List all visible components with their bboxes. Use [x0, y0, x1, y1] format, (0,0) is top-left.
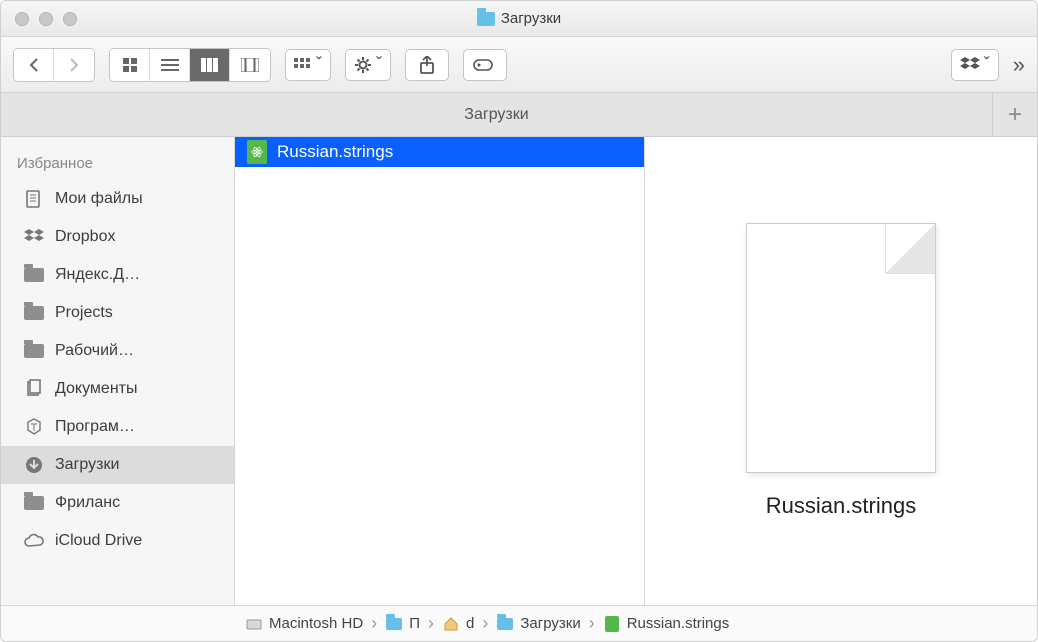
sidebar-item-freelance[interactable]: Фриланс: [1, 484, 234, 522]
share-button[interactable]: [405, 49, 449, 81]
sidebar-item-label: Projects: [55, 304, 113, 322]
folder-icon: [23, 302, 45, 324]
atom-file-icon: [603, 615, 621, 633]
tab-downloads[interactable]: Загрузки: [1, 93, 993, 136]
preview-filename: Russian.strings: [766, 493, 916, 519]
disk-icon: [245, 615, 263, 633]
close-window-button[interactable]: [15, 12, 29, 26]
atom-file-icon: [247, 140, 267, 164]
chevron-right-icon: ›: [367, 613, 381, 634]
tags-button[interactable]: [463, 49, 507, 81]
sidebar-item-label: Загрузки: [55, 456, 119, 474]
sidebar-item-label: Яндекс.Д…: [55, 266, 140, 284]
list-view-button[interactable]: [150, 49, 190, 81]
folder-blue-icon: [496, 615, 514, 633]
sidebar-item-documents[interactable]: Документы: [1, 370, 234, 408]
sidebar-item-label: Dropbox: [55, 228, 115, 246]
toolbar: ˇ ˇ ˇ »: [1, 37, 1037, 93]
chevron-right-icon: ›: [478, 613, 492, 634]
sidebar-item-projects[interactable]: Projects: [1, 294, 234, 332]
new-tab-button[interactable]: +: [993, 93, 1037, 136]
file-row[interactable]: Russian.strings: [235, 137, 644, 167]
path-crumb-downloads[interactable]: Загрузки: [492, 615, 584, 633]
sidebar-item-all-files[interactable]: Мои файлы: [1, 180, 234, 218]
sidebar-item-downloads[interactable]: Загрузки: [1, 446, 234, 484]
sidebar-item-label: Мои файлы: [55, 190, 143, 208]
window-controls: [1, 12, 77, 26]
folder-blue-icon: [385, 615, 403, 633]
path-crumb-label: Macintosh HD: [269, 615, 363, 632]
chevron-down-icon: ˇ: [376, 54, 382, 75]
back-button[interactable]: [14, 49, 54, 81]
column-browser: Russian.strings Russian.strings: [235, 137, 1037, 605]
folder-icon: [23, 492, 45, 514]
path-crumb-label: Russian.strings: [627, 615, 730, 632]
icon-view-button[interactable]: [110, 49, 150, 81]
folder-icon: [477, 10, 495, 28]
home-icon: [442, 615, 460, 633]
view-mode-buttons: [109, 48, 271, 82]
folder-icon: [23, 264, 45, 286]
sidebar-item-applications[interactable]: Програм…: [1, 408, 234, 446]
tab-bar: Загрузки +: [1, 93, 1037, 137]
dropbox-icon: [23, 226, 45, 248]
applications-icon: [23, 416, 45, 438]
nav-buttons: [13, 48, 95, 82]
sidebar-item-yandex[interactable]: Яндекс.Д…: [1, 256, 234, 294]
path-crumb-label: d: [466, 615, 474, 632]
sidebar: Избранное Мои файлы Dropbox Яндекс.Д… Pr…: [1, 137, 235, 605]
main-area: Избранное Мои файлы Dropbox Яндекс.Д… Pr…: [1, 137, 1037, 605]
dropbox-toolbar-button[interactable]: ˇ: [951, 49, 999, 81]
path-crumb-disk[interactable]: Macintosh HD: [241, 615, 367, 633]
column-view-button[interactable]: [190, 49, 230, 81]
path-bar: Macintosh HD › П › d › Загрузки › Russia…: [1, 605, 1037, 641]
gallery-view-button[interactable]: [230, 49, 270, 81]
page-curl-icon: [885, 224, 935, 274]
sidebar-item-label: iCloud Drive: [55, 532, 142, 550]
path-crumb-label: Загрузки: [520, 615, 580, 632]
minimize-window-button[interactable]: [39, 12, 53, 26]
preview-column: Russian.strings: [645, 137, 1037, 605]
zoom-window-button[interactable]: [63, 12, 77, 26]
arrange-button[interactable]: ˇ: [285, 49, 331, 81]
icloud-icon: [23, 530, 45, 552]
titlebar: Загрузки: [1, 1, 1037, 37]
sidebar-item-label: Рабочий…: [55, 342, 134, 360]
finder-window: Загрузки ˇ ˇ: [0, 0, 1038, 642]
document-preview-icon: [746, 223, 936, 473]
path-crumb-home[interactable]: d: [438, 615, 478, 633]
folder-icon: [23, 340, 45, 362]
forward-button[interactable]: [54, 49, 94, 81]
action-button[interactable]: ˇ: [345, 49, 391, 81]
sidebar-item-icloud[interactable]: iCloud Drive: [1, 522, 234, 560]
sidebar-item-label: Документы: [55, 380, 137, 398]
documents-icon: [23, 378, 45, 400]
chevron-down-icon: ˇ: [316, 54, 322, 75]
sidebar-item-desktop[interactable]: Рабочий…: [1, 332, 234, 370]
path-crumb-file[interactable]: Russian.strings: [599, 615, 734, 633]
tab-label: Загрузки: [464, 106, 528, 124]
toolbar-overflow-icon[interactable]: »: [1013, 52, 1025, 78]
window-title: Загрузки: [1, 10, 1037, 28]
downloads-icon: [23, 454, 45, 476]
chevron-right-icon: ›: [424, 613, 438, 634]
window-title-text: Загрузки: [501, 10, 561, 27]
chevron-right-icon: ›: [585, 613, 599, 634]
sidebar-item-label: Програм…: [55, 418, 135, 436]
sidebar-item-label: Фриланс: [55, 494, 120, 512]
file-list-column[interactable]: Russian.strings: [235, 137, 645, 605]
sidebar-item-dropbox[interactable]: Dropbox: [1, 218, 234, 256]
chevron-down-icon: ˇ: [984, 54, 990, 75]
sidebar-section-favorites: Избранное: [1, 147, 234, 180]
all-files-icon: [23, 188, 45, 210]
file-name: Russian.strings: [277, 142, 393, 162]
path-crumb-users[interactable]: П: [381, 615, 424, 633]
path-crumb-label: П: [409, 615, 420, 632]
